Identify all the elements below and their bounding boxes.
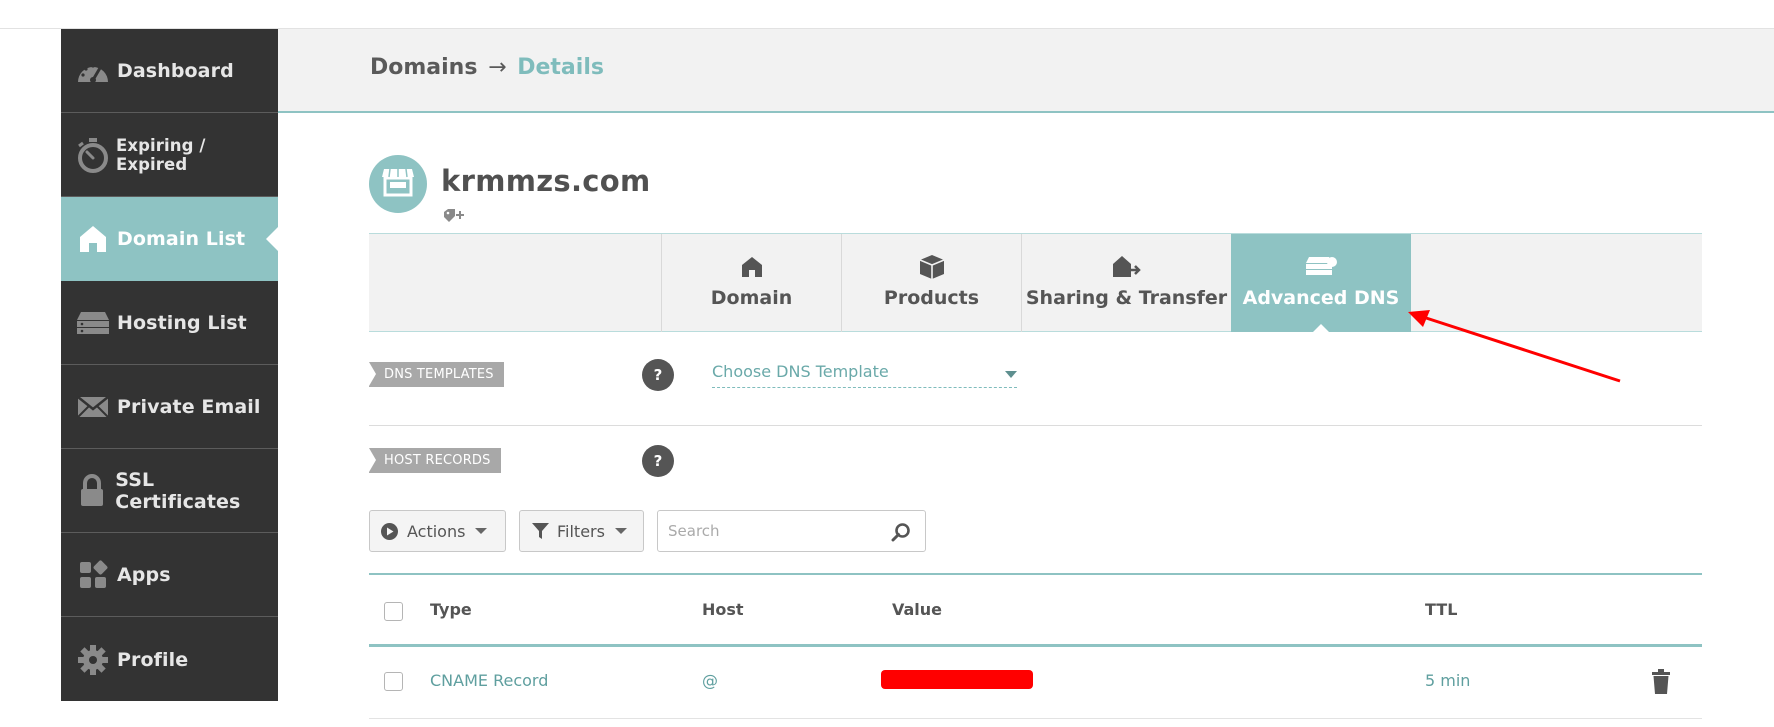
dns-templates-help-button[interactable]: ? xyxy=(642,359,674,391)
host-records-table: Type Host Value TTL CNAME Record @ 5 min xyxy=(369,573,1702,719)
play-circle-icon xyxy=(380,522,399,541)
sidebar-item-label: Private Email xyxy=(117,395,261,418)
sidebar-item-label: Expiring / Expired xyxy=(116,135,206,174)
column-header-ttl[interactable]: TTL xyxy=(1425,600,1457,619)
record-host[interactable]: @ xyxy=(702,671,718,690)
host-records-help-button[interactable]: ? xyxy=(642,445,674,477)
sidebar-item-label: Hosting List xyxy=(117,311,247,334)
lock-icon xyxy=(75,473,109,509)
breadcrumb-separator: → xyxy=(488,55,507,80)
breadcrumb-parent-link[interactable]: Domains xyxy=(370,55,477,80)
table-row[interactable]: CNAME Record @ 5 min xyxy=(369,647,1702,719)
sidebar-item-label: Profile xyxy=(117,648,189,671)
tab-domain[interactable]: Domain xyxy=(661,234,841,332)
speedometer-icon xyxy=(75,53,111,89)
column-header-type[interactable]: Type xyxy=(430,600,472,619)
sidebar-item-hosting-list[interactable]: Hosting List xyxy=(61,281,278,365)
filters-button[interactable]: Filters xyxy=(519,510,644,552)
sidebar-item-apps[interactable]: Apps xyxy=(61,533,278,617)
envelope-icon xyxy=(75,389,111,425)
record-type[interactable]: CNAME Record xyxy=(430,671,548,690)
server-icon xyxy=(1305,253,1337,281)
box-icon xyxy=(919,253,945,281)
sidebar-item-profile[interactable]: Profile xyxy=(61,617,278,702)
annotation-arrow xyxy=(1408,310,1621,383)
dns-template-select[interactable]: Choose DNS Template xyxy=(712,362,1017,388)
actions-button[interactable]: Actions xyxy=(369,510,506,552)
column-header-host[interactable]: Host xyxy=(702,600,744,619)
row-checkbox[interactable] xyxy=(384,672,403,691)
dns-templates-label: DNS TEMPLATES xyxy=(369,362,504,387)
sidebar: Dashboard Expiring / Expired Domain List… xyxy=(61,29,278,701)
tab-label: Products xyxy=(883,287,980,309)
domain-avatar xyxy=(369,155,427,213)
home-share-icon xyxy=(1112,253,1142,281)
chevron-down-icon xyxy=(1005,371,1017,378)
tab-sharing-transfer[interactable]: Sharing & Transfer xyxy=(1021,234,1231,332)
tab-label: Advanced DNS xyxy=(1242,287,1400,309)
tab-advanced-dns[interactable]: Advanced DNS xyxy=(1231,234,1411,333)
page-header: Domains → Details xyxy=(278,29,1774,113)
sidebar-item-expiring[interactable]: Expiring / Expired xyxy=(61,113,278,197)
search-box xyxy=(657,510,926,552)
search-icon[interactable] xyxy=(891,522,911,546)
tab-label: Domain xyxy=(710,287,793,309)
tag-add-icon[interactable] xyxy=(443,208,465,228)
storefront-icon xyxy=(381,167,415,201)
sidebar-item-label: SSL Certificates xyxy=(115,468,241,513)
tab-label: Sharing & Transfer xyxy=(1025,287,1228,309)
sidebar-item-domain-list[interactable]: Domain List xyxy=(61,197,278,281)
top-border xyxy=(0,0,1774,29)
section-divider xyxy=(369,425,1702,426)
record-ttl[interactable]: 5 min xyxy=(1425,671,1470,690)
home-icon xyxy=(75,221,111,257)
gear-icon xyxy=(75,642,111,678)
host-records-label: HOST RECORDS xyxy=(369,448,501,473)
sidebar-item-label: Domain List xyxy=(117,228,246,250)
search-input[interactable] xyxy=(668,521,888,541)
chevron-down-icon xyxy=(475,528,488,534)
redacted-value xyxy=(881,670,1033,689)
sidebar-item-label: Apps xyxy=(117,563,171,586)
sidebar-item-private-email[interactable]: Private Email xyxy=(61,365,278,449)
home-icon xyxy=(741,253,763,281)
table-header: Type Host Value TTL xyxy=(369,573,1702,647)
domain-name: krmmzs.com xyxy=(441,164,651,198)
column-header-value[interactable]: Value xyxy=(892,600,942,619)
select-all-checkbox[interactable] xyxy=(384,602,403,621)
tab-products[interactable]: Products xyxy=(841,234,1021,332)
sidebar-item-ssl-certificates[interactable]: SSL Certificates xyxy=(61,449,278,533)
actions-label: Actions xyxy=(407,521,466,541)
stopwatch-icon xyxy=(75,137,110,173)
filters-label: Filters xyxy=(557,521,605,541)
filter-icon xyxy=(532,522,549,540)
breadcrumb: Domains → Details xyxy=(370,55,604,80)
dns-template-select-value: Choose DNS Template xyxy=(712,362,889,381)
trash-icon[interactable] xyxy=(1651,669,1671,698)
sidebar-item-dashboard[interactable]: Dashboard xyxy=(61,29,278,113)
server-icon xyxy=(75,305,111,341)
sidebar-item-label: Dashboard xyxy=(117,59,234,82)
breadcrumb-current: Details xyxy=(517,55,604,80)
chevron-down-icon xyxy=(614,528,627,534)
apps-icon xyxy=(75,557,111,593)
